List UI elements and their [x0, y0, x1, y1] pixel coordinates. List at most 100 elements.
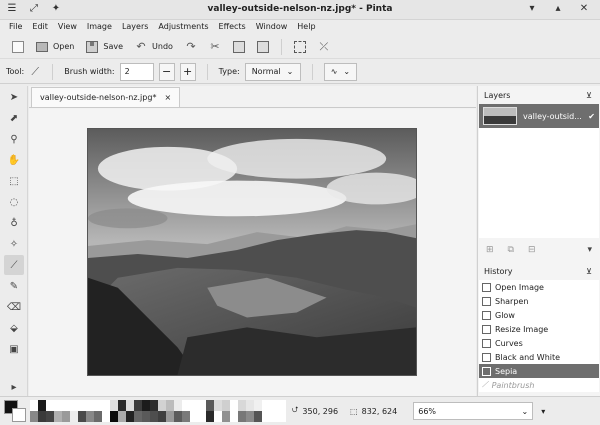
palette-swatch[interactable]: [254, 400, 262, 411]
palette-menu-icon[interactable]: ▾: [541, 407, 545, 416]
close-tab-icon[interactable]: ×: [164, 93, 171, 102]
palette-swatch[interactable]: [110, 400, 118, 411]
palette-swatch[interactable]: [126, 411, 134, 422]
menu-adjustments[interactable]: Adjustments: [153, 20, 213, 35]
palette-swatch[interactable]: [246, 400, 254, 411]
undo-button[interactable]: ↶ Undo: [129, 38, 179, 56]
palette-swatch[interactable]: [158, 400, 166, 411]
layers-menu-icon[interactable]: ▾: [587, 245, 592, 255]
palette-swatch[interactable]: [198, 400, 206, 411]
history-item[interactable]: Black and White: [479, 350, 599, 364]
palette-swatch[interactable]: [118, 400, 126, 411]
delete-layer-icon[interactable]: ⊟: [528, 245, 536, 255]
palette-swatch[interactable]: [86, 411, 94, 422]
ellipse-select-tool[interactable]: ◌: [4, 192, 24, 212]
palette-swatch[interactable]: [214, 400, 222, 411]
menu-edit[interactable]: Edit: [27, 20, 53, 35]
new-button[interactable]: [6, 38, 30, 56]
pan-tool[interactable]: ✋: [4, 150, 24, 170]
pin-panel-icon[interactable]: ⊻: [586, 267, 592, 276]
layer-visible-checkbox[interactable]: ✔: [588, 112, 595, 121]
palette-swatch[interactable]: [174, 400, 182, 411]
palette-swatch[interactable]: [126, 400, 134, 411]
clone-stamp-tool[interactable]: ▣: [4, 339, 24, 359]
palette-swatch[interactable]: [118, 411, 126, 422]
duplicate-layer-icon[interactable]: ⧉: [508, 245, 514, 255]
menu-effects[interactable]: Effects: [214, 20, 251, 35]
palette-swatch[interactable]: [230, 400, 238, 411]
history-item[interactable]: Curves: [479, 336, 599, 350]
palette-swatch[interactable]: [70, 411, 78, 422]
magic-wand-tool[interactable]: ✧: [4, 234, 24, 254]
palette-swatch[interactable]: [134, 400, 142, 411]
move-selected-tool[interactable]: ➤: [4, 87, 24, 107]
palette-swatch[interactable]: [190, 411, 198, 422]
palette-swatch[interactable]: [54, 400, 62, 411]
palette-swatch[interactable]: [230, 411, 238, 422]
palette-swatch[interactable]: [78, 400, 86, 411]
palette-swatch[interactable]: [54, 411, 62, 422]
layer-item[interactable]: valley-outsid... ✔: [479, 104, 599, 128]
palette-swatch[interactable]: [110, 411, 118, 422]
secondary-color-swatch[interactable]: [12, 407, 26, 422]
close-icon[interactable]: ✕: [578, 3, 590, 15]
maximize-icon[interactable]: ▴: [552, 3, 564, 15]
palette-swatch[interactable]: [102, 400, 110, 411]
history-item[interactable]: Glow: [479, 308, 599, 322]
palette-swatch[interactable]: [150, 400, 158, 411]
history-item[interactable]: Resize Image: [479, 322, 599, 336]
history-item-selected[interactable]: Sepia: [479, 364, 599, 378]
palette-swatch[interactable]: [182, 411, 190, 422]
palette-swatch[interactable]: [78, 411, 86, 422]
palette-swatch[interactable]: [62, 400, 70, 411]
antialiasing-select[interactable]: ∿ ⌄: [323, 62, 358, 81]
palette-swatch[interactable]: [278, 411, 286, 422]
palette-swatch[interactable]: [46, 411, 54, 422]
history-item-undone[interactable]: ⟋ Paintbrush: [479, 378, 599, 392]
palette-swatch[interactable]: [262, 400, 270, 411]
lasso-select-tool[interactable]: ♁: [4, 213, 24, 233]
menu-window[interactable]: Window: [251, 20, 293, 35]
palette-swatch[interactable]: [238, 411, 246, 422]
open-button[interactable]: Open: [30, 38, 80, 56]
palette-swatch[interactable]: [46, 400, 54, 411]
history-item[interactable]: Sharpen: [479, 294, 599, 308]
paste-button[interactable]: [251, 38, 275, 56]
palette-swatch[interactable]: [86, 400, 94, 411]
palette-swatch[interactable]: [62, 411, 70, 422]
palette-swatch[interactable]: [142, 411, 150, 422]
history-item[interactable]: Open Image: [479, 280, 599, 294]
deselect-button[interactable]: ⤫: [312, 38, 336, 56]
palette-swatch[interactable]: [198, 411, 206, 422]
paint-bucket-tool[interactable]: ⬙: [4, 318, 24, 338]
brush-width-decrease-button[interactable]: −: [158, 62, 175, 81]
menu-help[interactable]: Help: [292, 20, 320, 35]
palette-swatch[interactable]: [206, 411, 214, 422]
cut-button[interactable]: ✂: [203, 38, 227, 56]
palette-swatch[interactable]: [166, 400, 174, 411]
crop-button[interactable]: [288, 38, 312, 56]
palette-swatch[interactable]: [38, 400, 46, 411]
palette-swatch[interactable]: [30, 400, 38, 411]
palette-swatch[interactable]: [222, 400, 230, 411]
copy-button[interactable]: [227, 38, 251, 56]
palette-swatch[interactable]: [238, 400, 246, 411]
menu-image[interactable]: Image: [82, 20, 117, 35]
menu-layers[interactable]: Layers: [117, 20, 153, 35]
palette-swatch[interactable]: [190, 400, 198, 411]
pencil-tool[interactable]: ✎: [4, 276, 24, 296]
palette-swatch[interactable]: [262, 411, 270, 422]
palette-swatch[interactable]: [278, 400, 286, 411]
rectangle-select-tool[interactable]: ⬚: [4, 171, 24, 191]
paintbrush-tool[interactable]: ⟋: [4, 255, 24, 275]
minimize-icon[interactable]: ▾: [526, 3, 538, 15]
palette-swatch[interactable]: [254, 411, 262, 422]
palette-swatch[interactable]: [174, 411, 182, 422]
palette-swatch[interactable]: [166, 411, 174, 422]
menu-view[interactable]: View: [53, 20, 82, 35]
palette-swatch[interactable]: [150, 411, 158, 422]
add-layer-icon[interactable]: ⊞: [486, 245, 494, 255]
pin-panel-icon[interactable]: ⊻: [586, 91, 592, 100]
document-tab[interactable]: valley-outside-nelson-nz.jpg* ×: [31, 87, 181, 107]
brush-width-increase-button[interactable]: +: [179, 62, 196, 81]
